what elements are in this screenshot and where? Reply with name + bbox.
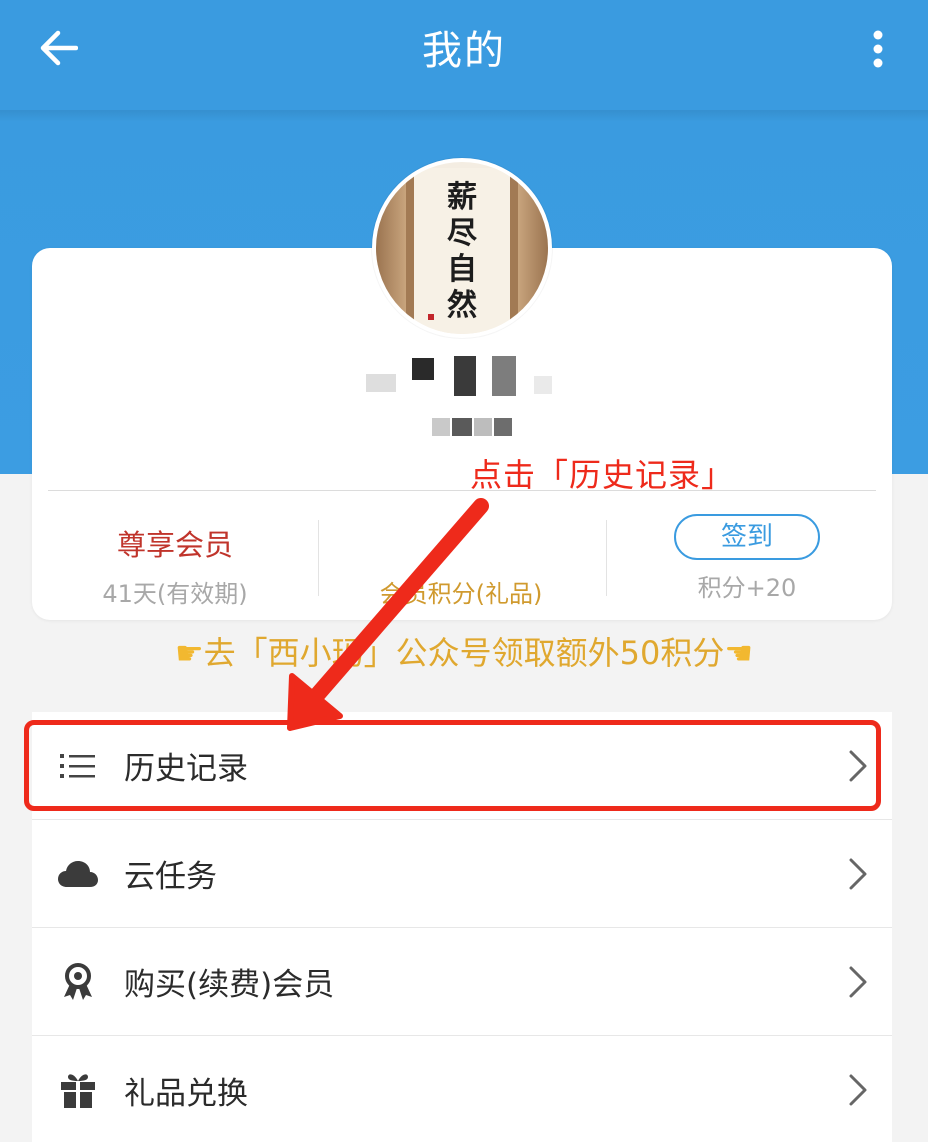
stat-points[interactable]: 会员积分(礼品) [318,508,604,608]
membership-title: 尊享会员 [116,528,233,562]
username-blurred [350,354,580,404]
chevron-right-icon [849,858,867,890]
promo-text: 去「西小玛」公众号领取额外50积分 [203,634,725,672]
menu-item-history[interactable]: 历史记录 [32,712,892,820]
promo-banner[interactable]: ☛去「西小玛」公众号领取额外50积分☚ [0,628,928,674]
stat-membership[interactable]: 尊享会员 41天(有效期) [32,508,318,608]
award-icon [56,962,100,1002]
chevron-right-icon [849,966,867,998]
pointing-left-icon: ☚ [724,634,754,672]
menu-item-buy-membership[interactable]: 购买(续费)会员 [32,928,892,1036]
stat-signin: 签到 积分+20 [604,508,890,608]
menu-item-label: 礼品兑换 [124,1075,248,1112]
chevron-right-icon [849,1074,867,1106]
points-value [318,522,604,562]
more-vertical-icon [873,30,883,68]
app-bar: 我的 [0,0,928,110]
points-label: 会员积分(礼品) [379,580,543,608]
menu-list: 历史记录 云任务 购买(续费)会员 礼品兑换 [32,712,892,1142]
page-title: 我的 [422,28,506,74]
menu-item-label: 购买(续费)会员 [124,967,335,1003]
cloud-icon [56,854,100,894]
more-button[interactable] [858,24,898,74]
avatar-calligraphy: 薪尽自然 [447,180,477,323]
chevron-right-icon [849,750,867,782]
menu-item-cloud-task[interactable]: 云任务 [32,820,892,928]
seal-stamp [428,314,434,320]
list-icon [56,746,100,786]
menu-item-label: 云任务 [124,859,217,895]
pointing-right-icon: ☛ [174,634,204,672]
annotation-text: 点击「历史记录」 [470,456,735,494]
menu-item-gift-exchange[interactable]: 礼品兑换 [32,1036,892,1142]
gift-icon [56,1070,100,1110]
menu-item-label: 历史记录 [124,751,248,787]
avatar[interactable]: 薪尽自然 [372,158,552,338]
user-id-blurred [432,414,512,438]
card-divider [48,490,876,491]
signin-button[interactable]: 签到 [674,514,820,560]
signin-reward: 积分+20 [697,574,797,602]
membership-validity: 41天(有效期) [102,580,248,608]
